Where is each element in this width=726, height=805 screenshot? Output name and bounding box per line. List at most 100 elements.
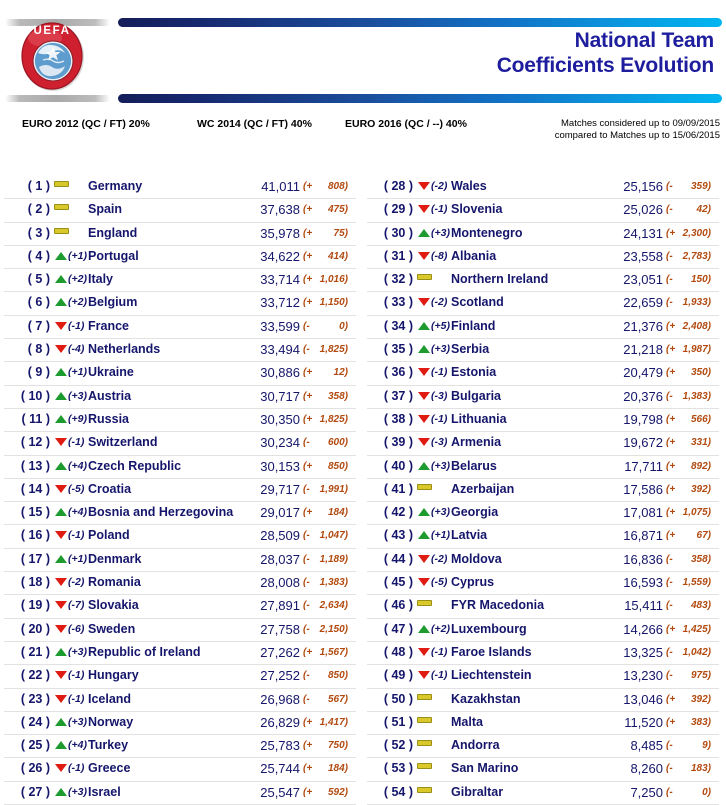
table-row[interactable]: ( 53 ) San Marino 8,260 (- 183) — [367, 758, 719, 782]
table-row[interactable]: ( 17 ) (+1) Denmark 28,037 (- 1,189) — [4, 549, 356, 573]
table-row[interactable]: ( 39 ) (-3) Armenia 19,672 (+ 331) — [367, 432, 719, 456]
points-change-cell: (+ 392) — [666, 479, 718, 500]
table-row[interactable]: ( 46 ) FYR Macedonia 15,411 (- 483) — [367, 595, 719, 619]
table-row[interactable]: ( 30 ) (+3) Montenegro 24,131 (+ 2,300) — [367, 223, 719, 246]
table-row[interactable]: ( 8 ) (-4) Netherlands 33,494 (- 1,825) — [4, 339, 356, 363]
table-row[interactable]: ( 21 ) (+3) Republic of Ireland 27,262 (+ 1,5… — [4, 642, 356, 666]
points-change-cell: (+ 358) — [303, 386, 355, 407]
table-row[interactable]: ( 6 ) (+2) Belgium 33,712 (+ 1,150) — [4, 292, 356, 316]
table-row[interactable]: ( 23 ) (-1) Iceland 26,968 (- 567) — [4, 689, 356, 712]
table-row[interactable]: ( 27 ) (+3) Israel 25,547 (+ 592) — [4, 782, 356, 805]
rank-cell: ( 1 ) — [27, 179, 50, 193]
points-change-sign: (+ — [303, 297, 313, 309]
table-row[interactable]: ( 15 ) (+4) Bosnia and Herzegovina 29,017 (+… — [4, 502, 356, 526]
table-row[interactable]: ( 4 ) (+1) Portugal 34,622 (+ 414) — [4, 246, 356, 270]
table-row[interactable]: ( 2 ) Spain 37,638 (+ 475) — [4, 199, 356, 223]
rank-cell: ( 39 ) — [383, 435, 413, 450]
table-row[interactable]: ( 9 ) (+1) Ukraine 30,886 (+ 12) — [4, 362, 356, 386]
points-change-sign: (- — [303, 600, 310, 612]
table-row[interactable]: ( 45 ) (-5) Cyprus 16,593 (- 1,559) — [367, 572, 719, 596]
table-row[interactable]: ( 1 ) Germany 41,011 (+ 808) — [4, 176, 356, 200]
movement-indicator — [417, 758, 432, 779]
points-change-cell: (- 850) — [303, 665, 355, 686]
table-row[interactable]: ( 13 ) (+4) Czech Republic 30,153 (+ 850) — [4, 456, 356, 479]
table-row[interactable]: ( 24 ) (+3) Norway 26,829 (+ 1,417) — [4, 712, 356, 736]
movement-indicator — [417, 386, 431, 407]
table-row[interactable]: ( 31 ) (-8) Albania 23,558 (- 2,783) — [367, 246, 719, 270]
table-row[interactable]: ( 32 ) Northern Ireland 23,051 (- 150) — [367, 269, 719, 293]
points-change-cell: (- 183) — [666, 758, 718, 779]
table-row[interactable]: ( 7 ) (-1) France 33,599 (- 0) — [4, 316, 356, 340]
points-change-value: 892) — [690, 460, 711, 472]
table-row[interactable]: ( 22 ) (-1) Hungary 27,252 (- 850) — [4, 665, 356, 689]
table-row[interactable]: ( 25 ) (+4) Turkey 25,783 (+ 750) — [4, 735, 356, 759]
table-row[interactable]: ( 11 ) (+9) Russia 30,350 (+ 1,825) — [4, 409, 356, 433]
table-row[interactable]: ( 3 ) England 35,978 (+ 75) — [4, 223, 356, 246]
movement-indicator — [417, 735, 432, 756]
ranking-column-right: ( 28 ) (-2) Wales 25,156 (- 359)( 29 ) (-1) Slo… — [367, 176, 719, 805]
table-row[interactable]: ( 43 ) (+1) Latvia 16,871 (+ 67) — [367, 525, 719, 549]
coefficient-points-cell: 35,978 — [260, 225, 300, 241]
table-row[interactable]: ( 26 ) (-1) Greece 25,744 (+ 184) — [4, 758, 356, 782]
no-change-dash-icon — [417, 483, 432, 490]
table-row[interactable]: ( 50 ) Kazakhstan 13,046 (+ 392) — [367, 689, 719, 712]
movement-indicator — [417, 782, 432, 803]
table-row[interactable]: ( 52 ) Andorra 8,485 (- 9) — [367, 735, 719, 759]
table-row[interactable]: ( 28 ) (-2) Wales 25,156 (- 359) — [367, 176, 719, 200]
table-row[interactable]: ( 36 ) (-1) Estonia 20,479 (+ 350) — [367, 362, 719, 386]
rank-cell: ( 11 ) — [21, 411, 51, 426]
movement-indicator — [417, 525, 431, 546]
table-row[interactable]: ( 37 ) (-3) Bulgaria 20,376 (- 1,383) — [367, 386, 719, 409]
table-row[interactable]: ( 38 ) (-1) Lithuania 19,798 (+ 566) — [367, 409, 719, 433]
coefficient-points-cell: 19,672 — [623, 435, 663, 451]
table-row[interactable]: ( 20 ) (-6) Sweden 27,758 (- 2,150) — [4, 619, 356, 642]
table-row[interactable]: ( 14 ) (-5) Croatia 29,717 (- 1,991) — [4, 479, 356, 503]
down-arrow-icon — [55, 601, 67, 610]
table-row[interactable]: ( 12 ) (-1) Switzerland 30,234 (- 600) — [4, 432, 356, 456]
table-row[interactable]: ( 54 ) Gibraltar 7,250 (- 0) — [367, 782, 719, 805]
table-row[interactable]: ( 29 ) (-1) Slovenia 25,026 (- 42) — [367, 199, 719, 223]
points-change-sign: (+ — [303, 507, 313, 519]
movement-indicator — [417, 432, 431, 453]
points-change-sign: (- — [666, 297, 673, 309]
points-change-cell: (+ 184) — [303, 758, 355, 779]
table-row[interactable]: ( 5 ) (+2) Italy 33,714 (+ 1,016) — [4, 269, 356, 293]
points-change-cell: (+ 592) — [303, 782, 355, 803]
note-line-2: compared to Matches up to 15/06/2015 — [554, 130, 720, 141]
rank-cell: ( 30 ) — [383, 225, 413, 240]
table-row[interactable]: ( 35 ) (+3) Serbia 21,218 (+ 1,987) — [367, 339, 719, 363]
points-change-cell: (+ 414) — [303, 246, 355, 267]
points-change-value: 1,825) — [319, 413, 348, 425]
table-row[interactable]: ( 40 ) (+3) Belarus 17,711 (+ 892) — [367, 456, 719, 479]
up-arrow-icon — [418, 624, 430, 633]
table-row[interactable]: ( 49 ) (-1) Liechtenstein 13,230 (- 975) — [367, 665, 719, 689]
movement-indicator — [54, 689, 68, 710]
points-change-sign: (+ — [303, 367, 313, 379]
points-change-value: 1,567) — [319, 646, 348, 658]
points-change-sign: (- — [666, 390, 673, 402]
movement-indicator — [417, 223, 431, 244]
table-row[interactable]: ( 42 ) (+3) Georgia 17,081 (+ 1,075) — [367, 502, 719, 526]
movement-indicator — [417, 199, 431, 220]
points-change-sign: (+ — [303, 786, 313, 798]
table-row[interactable]: ( 16 ) (-1) Poland 28,509 (- 1,047) — [4, 525, 356, 549]
table-row[interactable]: ( 34 ) (+5) Finland 21,376 (+ 2,408) — [367, 316, 719, 340]
coefficient-points-cell: 33,712 — [260, 295, 300, 311]
table-row[interactable]: ( 19 ) (-7) Slovakia 27,891 (- 2,634) — [4, 595, 356, 619]
table-row[interactable]: ( 51 ) Malta 11,520 (+ 383) — [367, 712, 719, 736]
rank-cell: ( 54 ) — [383, 784, 413, 799]
table-row[interactable]: ( 48 ) (-1) Faroe Islands 13,325 (- 1,042) — [367, 642, 719, 666]
table-row[interactable]: ( 47 ) (+2) Luxembourg 14,266 (+ 1,425) — [367, 619, 719, 642]
table-row[interactable]: ( 33 ) (-2) Scotland 22,659 (- 1,933) — [367, 292, 719, 316]
points-change-value: 1,559) — [682, 577, 711, 589]
table-row[interactable]: ( 10 ) (+3) Austria 30,717 (+ 358) — [4, 386, 356, 409]
points-change-sign: (+ — [303, 250, 313, 262]
rank-cell: ( 45 ) — [383, 575, 413, 590]
table-row[interactable]: ( 41 ) Azerbaijan 17,586 (+ 392) — [367, 479, 719, 503]
points-change-sign: (- — [666, 577, 673, 589]
table-row[interactable]: ( 18 ) (-2) Romania 28,008 (- 1,383) — [4, 572, 356, 596]
column-header-euro2016: EURO 2016 (QC / --) 40% — [345, 118, 467, 130]
table-row[interactable]: ( 44 ) (-2) Moldova 16,836 (- 358) — [367, 549, 719, 573]
points-change-value: 1,987) — [682, 344, 711, 356]
movement-indicator — [417, 409, 431, 430]
